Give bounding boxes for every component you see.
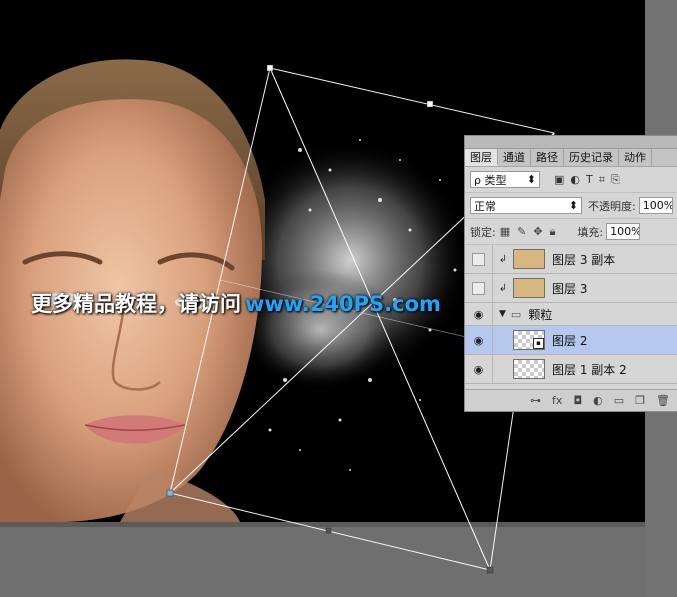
tab-actions[interactable]: 动作 [619,149,652,166]
adjustment-filter-icon[interactable]: ◐ [570,173,580,187]
layer-name: 图层 3 [552,281,588,296]
image-filter-icon[interactable]: ▣ [554,173,564,187]
visibility-toggle[interactable]: ◉ [465,303,493,325]
group-expand-arrow-icon[interactable]: ▼ [499,309,506,319]
filter-label: ρ 类型 [474,173,507,187]
tab-channels[interactable]: 通道 [498,149,531,166]
lock-brush-icon[interactable]: ✎ [517,225,526,239]
shape-filter-icon[interactable]: ⌗ [599,173,605,187]
hidden-eye-box [472,281,485,295]
visibility-toggle[interactable] [465,274,493,302]
layer-filter-select[interactable]: ρ 类型 ⬍ [470,171,540,188]
visibility-toggle[interactable]: ◉ [465,355,493,383]
chevron-updown-icon: ⬍ [526,173,536,186]
eye-icon: ◉ [473,333,484,347]
blend-mode-select[interactable]: 正常 ⬍ [470,197,582,214]
mask-icon[interactable]: ◘ [573,394,582,407]
layers-list: ↲ 图层 3 副本 ↲ 图层 3 ◉ ▼ ▭ 颗粒 ◉ ▪ 图层 2 ◉ 图层 … [465,245,677,384]
opacity-label: 不透明度: [588,199,636,213]
watermark-text: 更多精品教程，请访问 www.240PS.com [31,288,441,318]
link-icon[interactable]: ⊶ [530,394,541,407]
lock-label: 锁定: [470,225,496,239]
blend-mode-value: 正常 [474,199,496,213]
watermark-url: www.240PS.com [245,292,441,316]
layer-thumbnail [513,359,545,379]
eye-icon: ◉ [473,307,484,321]
lock-all-icon[interactable]: 🔒︎ [550,225,556,239]
trash-icon[interactable]: 🗑︎ [656,394,670,407]
panel-title-bar[interactable] [465,136,677,149]
tab-history[interactable]: 历史记录 [564,149,619,166]
tab-paths[interactable]: 路径 [531,149,564,166]
folder-icon[interactable]: ▭ [614,394,624,407]
fill-label: 填充: [577,225,604,239]
layer-thumbnail [513,278,545,298]
watermark-cn: 更多精品教程，请访问 [31,292,241,316]
blend-row: 正常 ⬍ 不透明度: 100% [465,193,677,219]
layer-row[interactable]: ◉ 图层 1 副本 2 [465,355,677,384]
smart-object-filter-icon[interactable]: ⎘ [611,173,620,187]
new-layer-icon[interactable]: ❐ [635,394,645,407]
smart-object-badge-icon: ▪ [533,338,544,349]
layer-name: 图层 1 副本 2 [552,362,627,377]
chevron-updown-icon: ⬍ [568,199,578,212]
layer-name: 图层 2 [552,333,588,348]
layers-panel[interactable]: 图层 通道 路径 历史记录 动作 ρ 类型 ⬍ ▣ ◐ T ⌗ ⎘ 正常 ⬍ 不… [464,135,677,412]
type-filter-icon[interactable]: T [586,173,593,187]
eye-icon: ◉ [473,362,484,376]
adjustment-icon[interactable]: ◐ [593,394,603,407]
lock-transparent-icon[interactable]: ▦ [500,225,510,239]
layer-name: 图层 3 副本 [552,252,616,267]
clipping-arrow-icon: ↲ [498,253,508,265]
visibility-toggle[interactable]: ◉ [465,326,493,354]
folder-icon: ▭ [510,307,522,321]
lock-row: 锁定: ▦ ✎ ✥ 🔒︎ 填充: 100% [465,219,677,245]
filter-row: ρ 类型 ⬍ ▣ ◐ T ⌗ ⎘ [465,167,677,193]
layer-row-selected[interactable]: ◉ ▪ 图层 2 [465,326,677,355]
tab-layers[interactable]: 图层 [465,149,498,166]
clipping-arrow-icon: ↲ [498,282,508,294]
opacity-input[interactable]: 100% [638,197,673,214]
fill-input[interactable]: 100% [606,223,641,240]
layer-thumbnail [513,249,545,269]
group-name: 颗粒 [528,307,553,322]
lock-move-icon[interactable]: ✥ [533,225,542,239]
visibility-toggle[interactable] [465,245,493,273]
layer-thumbnail: ▪ [513,330,545,350]
fx-icon[interactable]: fx [552,394,562,407]
hidden-eye-box [472,252,485,266]
layer-row[interactable]: ↲ 图层 3 [465,274,677,303]
group-row[interactable]: ◉ ▼ ▭ 颗粒 [465,303,677,326]
layer-row[interactable]: ↲ 图层 3 副本 [465,245,677,274]
panel-tabs: 图层 通道 路径 历史记录 动作 [465,149,677,167]
panel-footer: ⊶ fx ◘ ◐ ▭ ❐ 🗑︎ [465,389,677,411]
transform-handles[interactable] [166,64,494,574]
